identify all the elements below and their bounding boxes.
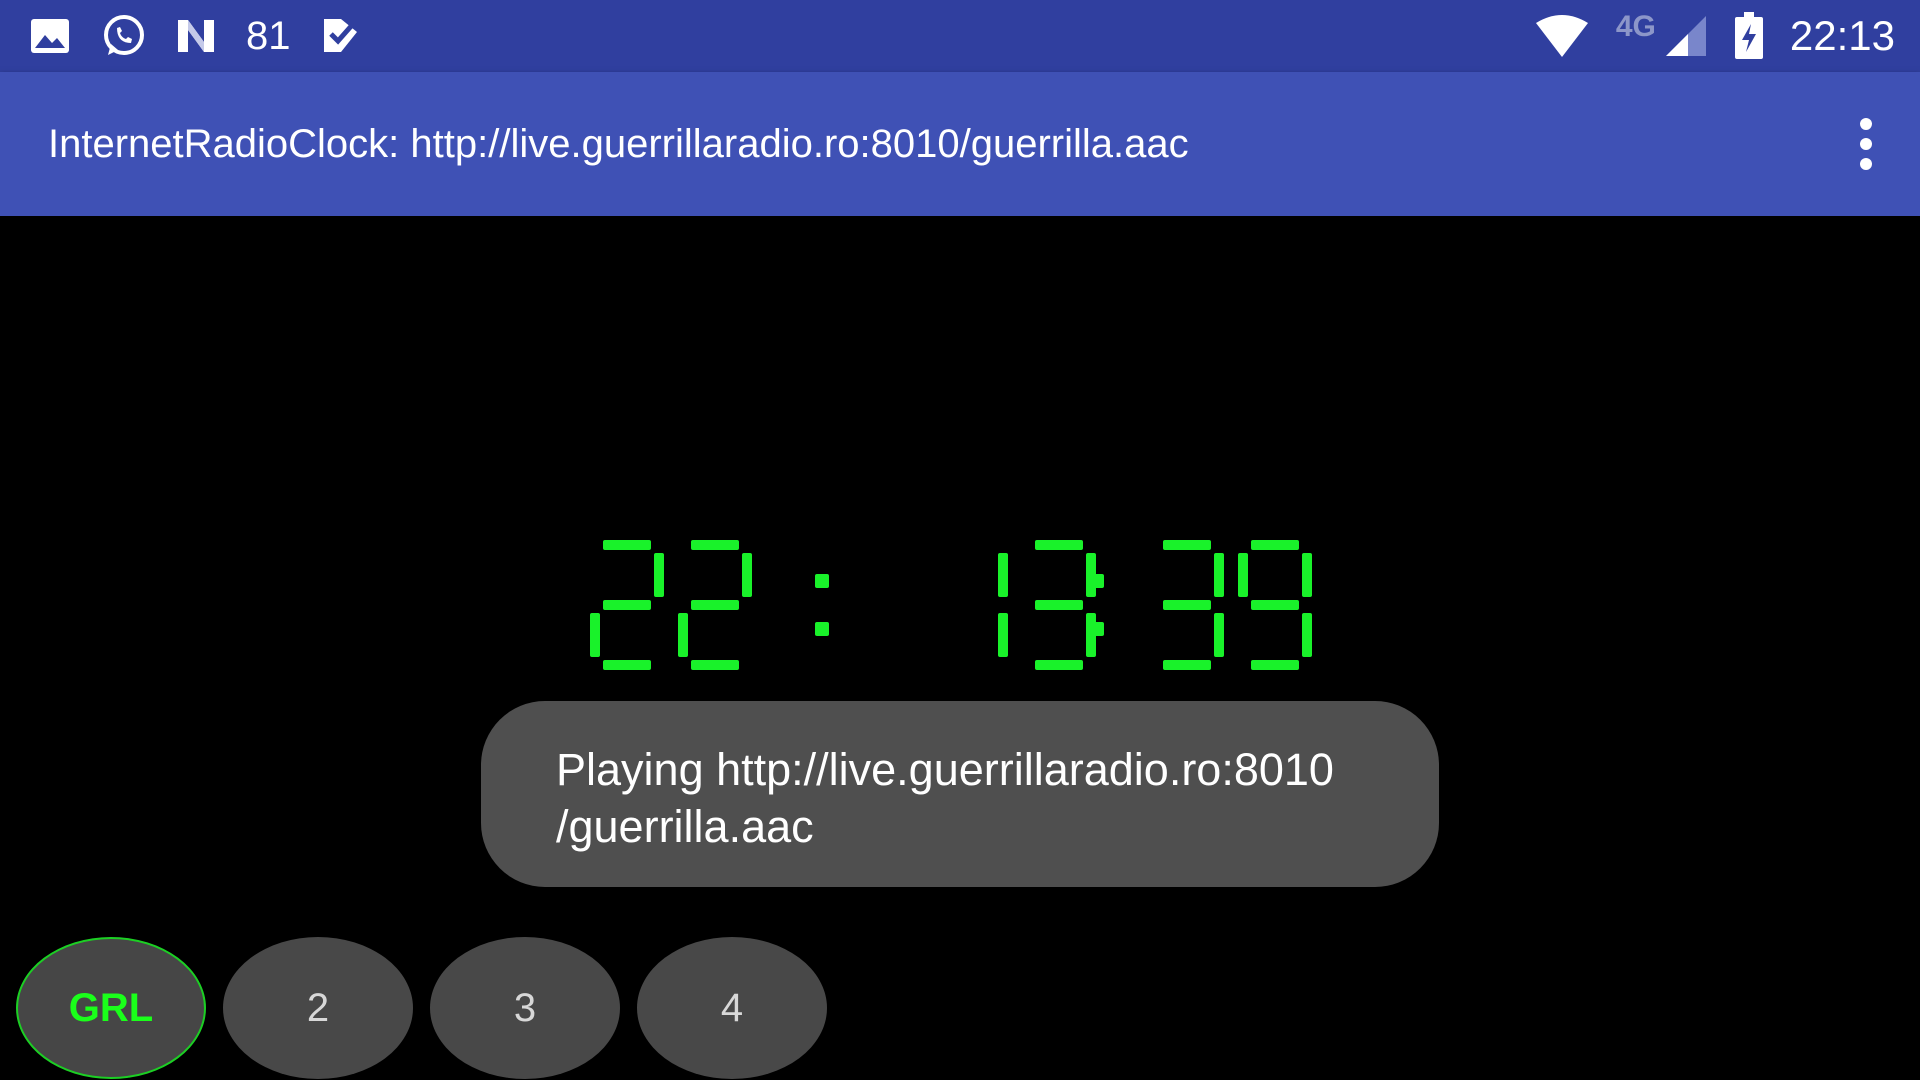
clock-colon-1-bottom <box>815 622 829 636</box>
status-time: 22:13 <box>1789 12 1895 59</box>
network-type: 4G <box>1615 10 1656 43</box>
toast-text-line-1: Playing http://live.guerrillaradio.ro:80… <box>556 744 1334 795</box>
clock-digit-minute-tens-seg-c <box>998 613 1008 657</box>
preset-button-3[interactable]: 3 <box>430 937 620 1079</box>
cell-signal-icon <box>1664 14 1708 58</box>
preset-button-2[interactable]: 2 <box>223 937 413 1079</box>
clock-digit-second-tens-seg-c <box>1214 613 1224 657</box>
clock-digit-second-ones-seg-a <box>1251 540 1299 550</box>
clock-digit-minute-ones-seg-g <box>1035 600 1083 610</box>
clock-digit-hour-tens-seg-e <box>590 613 600 657</box>
overflow-menu-dot <box>1860 138 1872 150</box>
clock-digit-minute-tens-seg-b <box>998 553 1008 597</box>
clock-digit-second-ones-seg-c <box>1302 613 1312 657</box>
clock-digit-second-ones-seg-g <box>1251 600 1299 610</box>
clock-digit-hour-ones-seg-g <box>691 600 739 610</box>
wifi-icon <box>1534 15 1590 57</box>
overflow-menu-button[interactable] <box>1842 114 1890 174</box>
system-icons: 4G 22:13 <box>1534 0 1895 72</box>
clock-colon-2-top <box>1090 574 1104 588</box>
overflow-menu-dot <box>1860 158 1872 170</box>
app-bar: InternetRadioClock: http://live.guerrill… <box>0 72 1920 216</box>
clock-digit-minute-ones-seg-d <box>1035 660 1083 670</box>
clock-digit-hour-tens-seg-d <box>603 660 651 670</box>
notification-count: 81 <box>246 14 291 58</box>
clock-digit-second-tens-seg-b <box>1214 553 1224 597</box>
clock-digit-hour-ones-seg-d <box>691 660 739 670</box>
notification-icons: 81 <box>30 0 361 72</box>
clock-digit-minute-ones-seg-a <box>1035 540 1083 550</box>
preset-button-4[interactable]: 4 <box>637 937 827 1079</box>
clock-digit-hour-tens-seg-a <box>603 540 651 550</box>
clock-digit-hour-tens-seg-g <box>603 600 651 610</box>
digital-clock <box>590 540 1312 670</box>
toast-text-line-2: /guerrilla.aac <box>556 801 814 852</box>
news-icon <box>176 18 216 54</box>
battery-charging-icon <box>1734 12 1764 60</box>
clock-digit-second-tens-seg-g <box>1163 600 1211 610</box>
clock-digit-hour-ones-seg-e <box>678 613 688 657</box>
clock-digit-hour-tens-seg-b <box>654 553 664 597</box>
preset-button-grl[interactable]: GRL <box>16 937 206 1079</box>
clock-digit-second-tens-seg-a <box>1163 540 1211 550</box>
clock-digit-second-ones-seg-f <box>1238 553 1248 597</box>
clock-colon-1-top <box>815 574 829 588</box>
clock-digit-second-ones-seg-d <box>1251 660 1299 670</box>
clock-digit-hour-ones-seg-a <box>691 540 739 550</box>
image-icon <box>30 18 70 54</box>
clock-digit-second-tens-seg-d <box>1163 660 1211 670</box>
app-title: InternetRadioClock: http://live.guerrill… <box>48 122 1189 166</box>
task-check-icon <box>321 16 361 56</box>
whatsapp-icon <box>100 13 146 59</box>
status-bar: 81 4G 22:13 <box>0 0 1920 72</box>
toast-message: Playing http://live.guerrillaradio.ro:80… <box>481 701 1439 887</box>
clock-colon-2-bottom <box>1090 622 1104 636</box>
clock-digit-hour-ones-seg-b <box>742 553 752 597</box>
clock-digit-second-ones-seg-b <box>1302 553 1312 597</box>
overflow-menu-icon <box>1860 118 1872 130</box>
